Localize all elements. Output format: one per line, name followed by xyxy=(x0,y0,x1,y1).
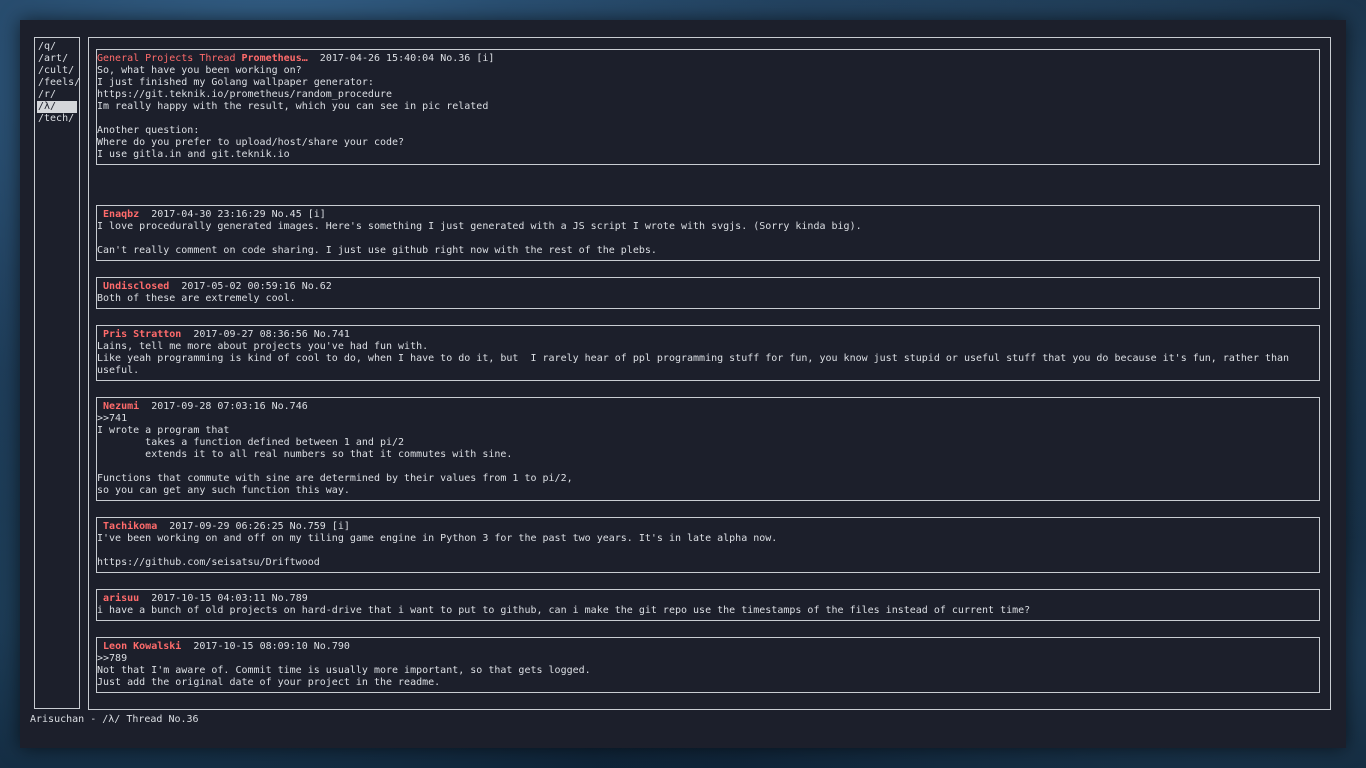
post-body-line xyxy=(97,461,1319,473)
post-header: Undisclosed 2017-05-02 00:59:16 No.62 xyxy=(97,281,1319,293)
board-item-feels[interactable]: /feels/ xyxy=(37,77,80,89)
post-meta: 2017-04-26 15:40:04 No.36 [i] xyxy=(319,53,495,64)
post-body-line xyxy=(97,233,1319,245)
post[interactable]: arisuu 2017-10-15 04:03:11 No.789 i have … xyxy=(96,589,1320,621)
post-meta: 2017-10-15 08:09:10 No.790 xyxy=(193,641,350,652)
status-bar: Arisuchan - /λ/ Thread No.36 xyxy=(30,714,199,725)
post-meta: 2017-09-29 06:26:25 No.759 [i] xyxy=(169,521,350,532)
post-body-line: I just finished my Golang wallpaper gene… xyxy=(97,77,374,88)
post-header: Leon Kowalski 2017-10-15 08:09:10 No.790 xyxy=(97,641,1319,653)
thread-view[interactable]: General Projects Thread Prometheus… 2017… xyxy=(88,37,1331,710)
post-subject: General Projects Thread xyxy=(97,53,236,64)
board-item-cult[interactable]: /cult/ xyxy=(37,65,77,77)
post-body-line[interactable]: >>741 xyxy=(97,413,1319,425)
post-body-line: Both of these are extremely cool. xyxy=(97,293,296,304)
board-sidebar: /q/ /art/ /cult/ /feels/ /r/ /λ/ /tech/ xyxy=(34,37,80,709)
post-header: Pris Stratton 2017-09-27 08:36:56 No.741 xyxy=(97,329,1319,341)
post-header: Enaqbz 2017-04-30 23:16:29 No.45 [i] xyxy=(97,209,1319,221)
post-header: Nezumi 2017-09-28 07:03:16 No.746 xyxy=(97,401,1319,413)
post[interactable]: Undisclosed 2017-05-02 00:59:16 No.62 Bot… xyxy=(96,277,1320,309)
board-item-tech[interactable]: /tech/ xyxy=(37,113,77,125)
post-body-line: i have a bunch of old projects on hard-d… xyxy=(97,605,1031,616)
post-meta: 2017-09-28 07:03:16 No.746 xyxy=(151,401,308,412)
post-body-line: Functions that commute with sine are det… xyxy=(97,473,573,484)
board-item-lambda[interactable]: /λ/ xyxy=(37,101,77,113)
post-body-line: takes a function defined between 1 and p… xyxy=(97,437,405,448)
poster-name: Tachikoma xyxy=(103,521,158,532)
post-body-line[interactable]: https://github.com/seisatsu/Driftwood xyxy=(97,557,1319,569)
post-body-line: Im really happy with the result, which y… xyxy=(97,101,489,112)
post-body-line: I've been working on and off on my tilin… xyxy=(97,533,778,544)
post[interactable]: Tachikoma 2017-09-29 06:26:25 No.759 [i]… xyxy=(96,517,1320,573)
post-body-line: Like yeah programming is kind of cool to… xyxy=(97,353,1290,364)
post-meta: 2017-09-27 08:36:56 No.741 xyxy=(193,329,350,340)
post-body-line: Just add the original date of your proje… xyxy=(97,677,441,688)
post-header: Tachikoma 2017-09-29 06:26:25 No.759 [i] xyxy=(97,521,1319,533)
post-body-line xyxy=(97,113,1319,125)
post-body-line: Where do you prefer to upload/host/share… xyxy=(97,137,405,148)
post[interactable]: Nezumi 2017-09-28 07:03:16 No.746 >>741 I … xyxy=(96,397,1320,501)
post[interactable]: Pris Stratton 2017-09-27 08:36:56 No.741… xyxy=(96,325,1320,381)
terminal-window: /q/ /art/ /cult/ /feels/ /r/ /λ/ /tech/ … xyxy=(20,20,1346,748)
post[interactable]: Enaqbz 2017-04-30 23:16:29 No.45 [i] I lo… xyxy=(96,205,1320,261)
post-body-line: so you can get any such function this wa… xyxy=(97,485,350,496)
board-item-art[interactable]: /art/ xyxy=(37,53,77,65)
poster-name: arisuu xyxy=(103,593,140,604)
board-item-r[interactable]: /r/ xyxy=(37,89,77,101)
post-body-line: extends it to all real numbers so that i… xyxy=(97,449,513,460)
poster-name: Prometheus… xyxy=(241,53,308,64)
post-body-line: Lains, tell me more about projects you'v… xyxy=(97,341,429,352)
post-body-line xyxy=(97,545,1319,557)
post[interactable]: General Projects Thread Prometheus… 2017… xyxy=(96,49,1320,165)
post-body-line: Can't really comment on code sharing. I … xyxy=(97,245,657,256)
post-body-line: So, what have you been working on? xyxy=(97,65,302,76)
post[interactable]: Leon Kowalski 2017-10-15 08:09:10 No.790… xyxy=(96,637,1320,693)
post-body-line: Another question: xyxy=(97,125,200,136)
post-body-line[interactable]: >>789 xyxy=(97,653,1319,665)
post-body-line: I love procedurally generated images. He… xyxy=(97,221,862,232)
poster-name: Nezumi xyxy=(103,401,140,412)
poster-name: Leon Kowalski xyxy=(103,641,182,652)
post-meta: 2017-04-30 23:16:29 No.45 [i] xyxy=(151,209,326,220)
post-header: General Projects Thread Prometheus… 2017… xyxy=(97,53,1319,65)
post-meta: 2017-05-02 00:59:16 No.62 xyxy=(181,281,332,292)
post-body-line[interactable]: https://git.teknik.io/prometheus/random_… xyxy=(97,89,1319,101)
post-body-line: I use gitla.in and git.teknik.io xyxy=(97,149,290,160)
post-header: arisuu 2017-10-15 04:03:11 No.789 xyxy=(97,593,1319,605)
board-item-q[interactable]: /q/ xyxy=(37,41,77,53)
post-meta: 2017-10-15 04:03:11 No.789 xyxy=(151,593,308,604)
poster-name: Enaqbz xyxy=(103,209,140,220)
post-body-line: I wrote a program that xyxy=(97,425,230,436)
post-body-line: Not that I'm aware of. Commit time is us… xyxy=(97,665,591,676)
poster-name: Undisclosed xyxy=(103,281,170,292)
post-body-line: useful. xyxy=(97,365,140,376)
poster-name: Pris Stratton xyxy=(103,329,182,340)
